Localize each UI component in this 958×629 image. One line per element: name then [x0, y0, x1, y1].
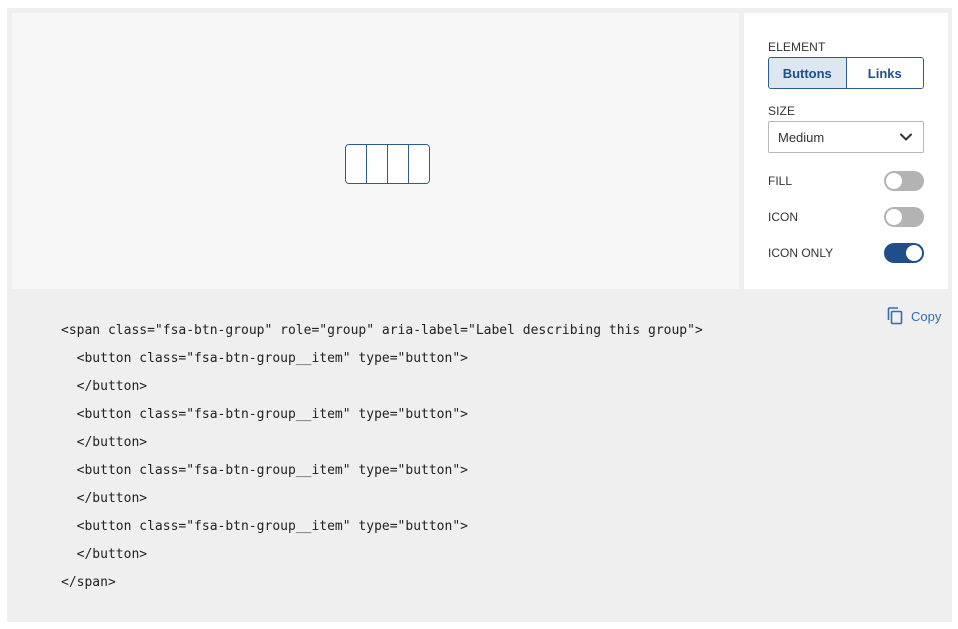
code-line: </span>: [61, 575, 116, 590]
size-select[interactable]: Medium: [768, 121, 924, 153]
code-line: </button>: [61, 547, 148, 562]
button-group-item-1[interactable]: [346, 145, 367, 183]
element-option-links[interactable]: Links: [846, 58, 923, 88]
size-label: SIZE: [768, 104, 796, 118]
element-label: ELEMENT: [768, 40, 826, 54]
icon-label: ICON: [768, 210, 798, 224]
button-group: [345, 144, 430, 184]
size-select-value: Medium: [778, 129, 825, 145]
toggle-knob: [886, 209, 902, 225]
fill-label: FILL: [768, 174, 793, 188]
element-segmented-control: Buttons Links: [768, 57, 924, 89]
fill-toggle[interactable]: [884, 171, 924, 191]
button-group-item-3[interactable]: [388, 145, 409, 183]
code-line: <span class="fsa-btn-group" role="group"…: [61, 323, 703, 338]
copy-icon: [887, 307, 903, 325]
button-group-item-4[interactable]: [409, 145, 429, 183]
code-line: <button class="fsa-btn-group__item" type…: [61, 463, 468, 478]
toggle-knob: [906, 245, 922, 261]
icon-toggle[interactable]: [884, 207, 924, 227]
element-option-buttons[interactable]: Buttons: [769, 58, 847, 88]
copy-label: Copy: [911, 308, 942, 324]
icon-only-label: ICON ONLY: [768, 246, 834, 260]
code-block: <span class="fsa-btn-group" role="group"…: [61, 322, 703, 602]
code-line: <button class="fsa-btn-group__item" type…: [61, 519, 468, 534]
preview-area: [12, 13, 739, 289]
code-line: </button>: [61, 491, 148, 506]
copy-button[interactable]: Copy: [887, 307, 941, 325]
toggle-knob: [886, 173, 902, 189]
chevron-down-icon: [900, 133, 912, 141]
code-line: </button>: [61, 379, 148, 394]
controls-panel: ELEMENT Buttons Links SIZE Medium FILL I…: [744, 13, 948, 289]
code-line: </button>: [61, 435, 148, 450]
code-line: <button class="fsa-btn-group__item" type…: [61, 351, 468, 366]
code-line: <button class="fsa-btn-group__item" type…: [61, 407, 468, 422]
icon-only-toggle[interactable]: [884, 243, 924, 263]
button-group-item-2[interactable]: [367, 145, 388, 183]
